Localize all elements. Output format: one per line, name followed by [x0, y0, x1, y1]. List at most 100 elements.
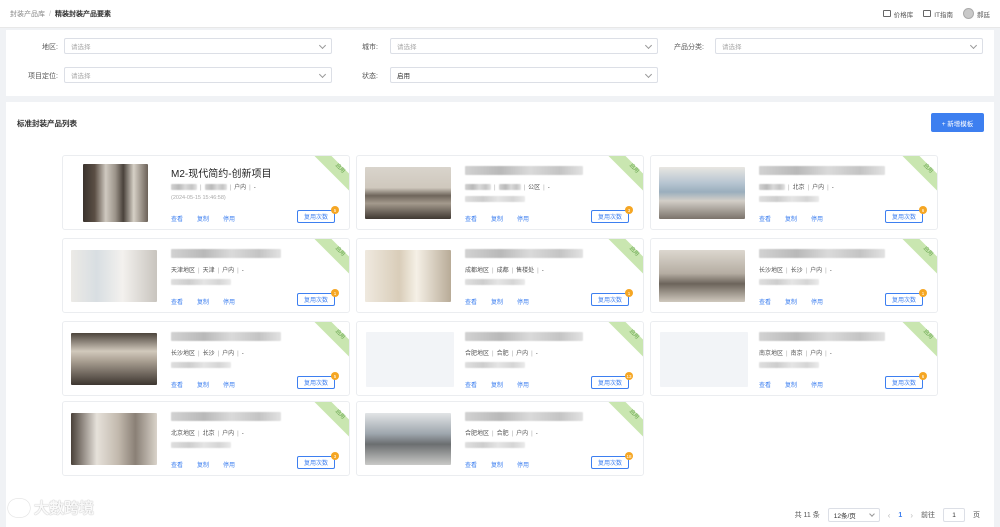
reuse-count-button[interactable]: 复用次数 — [885, 376, 923, 389]
card-region: 合肥地区 — [465, 351, 490, 357]
breadcrumb-root[interactable]: 封装产品库 — [10, 11, 45, 18]
price-library-link[interactable]: 价格库 — [882, 9, 913, 19]
reuse-count-button[interactable]: 复用次数 — [591, 293, 629, 306]
product-card[interactable]: 南京地区 | 南京 | 户内 | - 查看 复制 停用 复用次数 6 启用 — [650, 321, 938, 396]
status-ribbon — [604, 322, 643, 359]
view-link[interactable]: 查看 — [465, 380, 477, 389]
product-card[interactable]: 合肥地区 | 合肥 | 户内 | - 查看 复制 停用 复用次数 18 启用 — [356, 401, 644, 476]
disable-link[interactable]: 停用 — [517, 460, 529, 469]
card-actions: 查看 复制 停用 — [759, 297, 823, 306]
page-size-select[interactable]: 12条/页 — [827, 508, 880, 522]
total-count: 共 11 条 — [794, 512, 820, 519]
card-meta: | | 公区 | - — [465, 182, 550, 191]
redacted-title — [759, 166, 885, 175]
view-link[interactable]: 查看 — [465, 214, 477, 223]
reuse-count-button[interactable]: 复用次数 — [885, 210, 923, 223]
disable-link[interactable]: 停用 — [517, 214, 529, 223]
disable-link[interactable]: 停用 — [223, 297, 235, 306]
card-thumbnail — [83, 164, 148, 222]
product-card[interactable]: 天津地区 | 天津 | 户内 | - 查看 复制 停用 复用次数 1 启用 — [62, 238, 350, 313]
view-link[interactable]: 查看 — [759, 380, 771, 389]
product-card[interactable]: 长沙地区 | 长沙 | 户内 | - 查看 复制 停用 复用次数 1 启用 — [650, 238, 938, 313]
reuse-count-button[interactable]: 复用次数 — [297, 293, 335, 306]
add-template-button[interactable]: + 新增模板 — [931, 113, 984, 132]
chevron-down-icon — [644, 70, 653, 79]
redacted-region — [171, 184, 197, 191]
product-card[interactable]: 成都地区 | 成都 | 售楼处 | - 查看 复制 停用 复用次数 1 启用 — [356, 238, 644, 313]
disable-link[interactable]: 停用 — [223, 460, 235, 469]
disable-link[interactable]: 停用 — [811, 380, 823, 389]
product-card[interactable]: 合肥地区 | 合肥 | 户内 | - 查看 复制 停用 复用次数 13 启用 — [356, 321, 644, 396]
view-link[interactable]: 查看 — [171, 380, 183, 389]
reuse-count-button[interactable]: 复用次数 — [297, 210, 335, 223]
view-link[interactable]: 查看 — [465, 297, 477, 306]
prev-page-icon[interactable]: ‹ — [888, 511, 891, 520]
positioning-select[interactable]: 请选择 — [64, 67, 332, 83]
card-type: 户内 — [810, 351, 823, 357]
copy-link[interactable]: 复制 — [785, 297, 797, 306]
card-dash: - — [241, 268, 244, 274]
copy-link[interactable]: 复制 — [197, 380, 209, 389]
reuse-count-button[interactable]: 复用次数 — [591, 210, 629, 223]
view-link[interactable]: 查看 — [465, 460, 477, 469]
card-actions: 查看 复制 停用 — [171, 460, 235, 469]
view-link[interactable]: 查看 — [171, 214, 183, 223]
product-card[interactable]: M2-现代简约-创新项目 | | 户内 | - (2024-05-15 15:46:58… — [62, 155, 350, 230]
redacted-date — [171, 442, 231, 448]
copy-link[interactable]: 复制 — [197, 460, 209, 469]
reuse-count-badge: 1 — [331, 289, 339, 297]
category-select[interactable]: 请选择 — [715, 38, 983, 54]
reuse-count-button[interactable]: 复用次数 — [297, 376, 335, 389]
chevron-down-icon — [969, 41, 978, 50]
page-number[interactable]: 1 — [898, 512, 902, 519]
copy-link[interactable]: 复制 — [491, 297, 503, 306]
card-thumbnail — [365, 413, 451, 465]
disable-link[interactable]: 停用 — [223, 214, 235, 223]
reuse-count-button[interactable]: 复用次数 — [591, 456, 629, 469]
product-card[interactable]: 长沙地区 | 长沙 | 户内 | - 查看 复制 停用 复用次数 5 启用 — [62, 321, 350, 396]
disable-link[interactable]: 停用 — [811, 297, 823, 306]
disable-link[interactable]: 停用 — [517, 297, 529, 306]
disable-link[interactable]: 停用 — [811, 214, 823, 223]
region-select[interactable]: 请选择 — [64, 38, 332, 54]
reuse-count-button[interactable]: 复用次数 — [885, 293, 923, 306]
disable-link[interactable]: 停用 — [223, 380, 235, 389]
user-menu[interactable]: 郝廷 — [963, 8, 990, 19]
reuse-count-button[interactable]: 复用次数 — [591, 376, 629, 389]
reuse-count-badge: 3 — [625, 206, 633, 214]
goto-suffix: 页 — [973, 512, 980, 519]
reuse-count-button[interactable]: 复用次数 — [297, 456, 335, 469]
next-page-icon[interactable]: › — [910, 511, 913, 520]
copy-link[interactable]: 复制 — [197, 297, 209, 306]
card-region: 天津地区 — [171, 268, 196, 274]
status-ribbon — [310, 402, 349, 439]
copy-link[interactable]: 复制 — [491, 460, 503, 469]
filter-panel: 地区: 请选择 城市: 请选择 产品分类: 请选择 项目定位: 请选择 状态: … — [6, 30, 994, 96]
copy-link[interactable]: 复制 — [491, 214, 503, 223]
copy-link[interactable]: 复制 — [491, 380, 503, 389]
card-meta: 北京地区 | 北京 | 户内 | - — [171, 431, 244, 437]
card-date: (2024-05-15 15:46:58) — [171, 195, 226, 201]
goto-page-input[interactable]: 1 — [943, 508, 965, 522]
product-card[interactable]: 北京地区 | 北京 | 户内 | - 查看 复制 停用 复用次数 3 启用 — [62, 401, 350, 476]
status-select[interactable]: 启用 — [390, 67, 658, 83]
view-link[interactable]: 查看 — [759, 214, 771, 223]
copy-link[interactable]: 复制 — [197, 214, 209, 223]
city-select[interactable]: 请选择 — [390, 38, 658, 54]
copy-link[interactable]: 复制 — [785, 380, 797, 389]
view-link[interactable]: 查看 — [759, 297, 771, 306]
copy-link[interactable]: 复制 — [785, 214, 797, 223]
it-guide-link[interactable]: IT指南 — [923, 9, 953, 19]
card-type: 户内 — [810, 268, 823, 274]
disable-link[interactable]: 停用 — [517, 380, 529, 389]
view-link[interactable]: 查看 — [171, 460, 183, 469]
city-placeholder: 请选择 — [397, 44, 417, 51]
product-card[interactable]: | 北京 | 户内 | - 查看 复制 停用 复用次数 6 启用 — [650, 155, 938, 230]
reuse-count-badge: 18 — [625, 452, 633, 460]
card-actions: 查看 复制 停用 — [465, 297, 529, 306]
view-link[interactable]: 查看 — [171, 297, 183, 306]
status-ribbon — [310, 322, 349, 359]
card-dash: - — [541, 268, 544, 274]
product-card[interactable]: | | 公区 | - 查看 复制 停用 复用次数 3 启用 — [356, 155, 644, 230]
region-label: 地区: — [42, 44, 58, 51]
